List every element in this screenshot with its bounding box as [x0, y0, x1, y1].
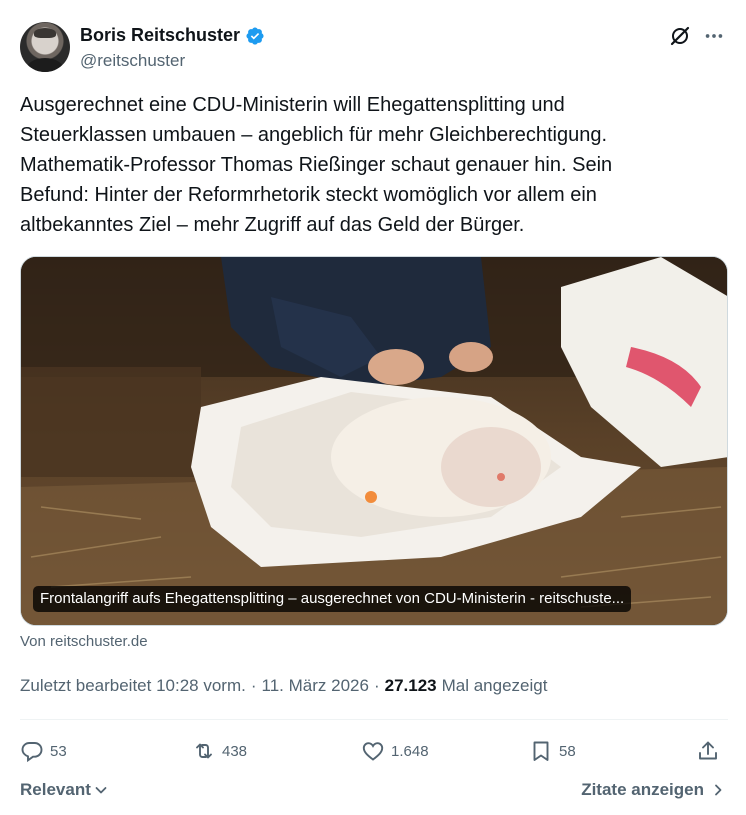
quotes-label: Zitate anzeigen — [581, 780, 704, 799]
more-button[interactable] — [702, 24, 726, 48]
card-image — [21, 257, 727, 625]
quotes-link[interactable]: Zitate anzeigen — [581, 780, 726, 800]
bookmark-count: 58 — [559, 742, 576, 760]
views-count: 27.123 — [384, 676, 437, 695]
tweet-header: Boris Reitschuster @reitschuster — [20, 22, 726, 74]
repost-icon — [196, 743, 212, 759]
verified-badge-icon[interactable] — [245, 26, 265, 46]
reply-count: 53 — [50, 742, 67, 760]
card-source[interactable]: Von reitschuster.de — [20, 633, 148, 650]
repost-button[interactable]: 438 — [192, 736, 247, 766]
like-button[interactable]: 1.648 — [361, 736, 429, 766]
share-button[interactable] — [696, 736, 720, 766]
tweet-text: Ausgerechnet eine CDU-Ministerin will Eh… — [20, 94, 613, 236]
more-icon — [705, 34, 723, 38]
views-label: Mal angezeigt — [441, 676, 548, 695]
like-count: 1.648 — [391, 742, 429, 760]
reply-button[interactable]: 53 — [20, 736, 67, 766]
tweet-meta: Zuletzt bearbeitet 10:28 vorm. · 11. Mär… — [20, 676, 547, 696]
grok-button[interactable] — [668, 24, 692, 48]
edited-time[interactable]: Zuletzt bearbeitet 10:28 vorm. — [20, 676, 246, 696]
grok-icon — [670, 26, 690, 46]
share-icon — [699, 741, 717, 760]
handle[interactable]: @reitschuster — [80, 51, 185, 71]
card-caption[interactable]: Frontalangriff aufs Ehegattensplitting –… — [33, 586, 632, 612]
action-bar: 53 438 1.648 58 — [20, 736, 726, 766]
avatar-hair — [34, 28, 56, 38]
sort-label: Relevant — [20, 780, 91, 799]
name-row[interactable]: Boris Reitschuster — [80, 25, 265, 46]
repost-count: 438 — [222, 742, 248, 760]
link-card[interactable]: Frontalangriff aufs Ehegattensplitting –… — [20, 256, 728, 626]
display-name[interactable]: Boris Reitschuster — [80, 25, 240, 46]
tweet-date[interactable]: 11. März 2026 — [262, 676, 369, 696]
bookmark-icon — [533, 741, 549, 761]
meta-separator: · — [373, 676, 380, 695]
divider — [20, 719, 728, 720]
avatar-shoulders — [26, 58, 64, 72]
avatar[interactable] — [20, 22, 70, 72]
meta-separator: · — [250, 676, 257, 695]
sort-dropdown[interactable]: Relevant — [20, 780, 109, 800]
chevron-down-icon — [95, 787, 107, 794]
reply-icon — [21, 742, 43, 763]
bookmark-button[interactable]: 58 — [529, 736, 576, 766]
chevron-right-icon — [715, 784, 722, 796]
like-icon — [362, 742, 384, 761]
